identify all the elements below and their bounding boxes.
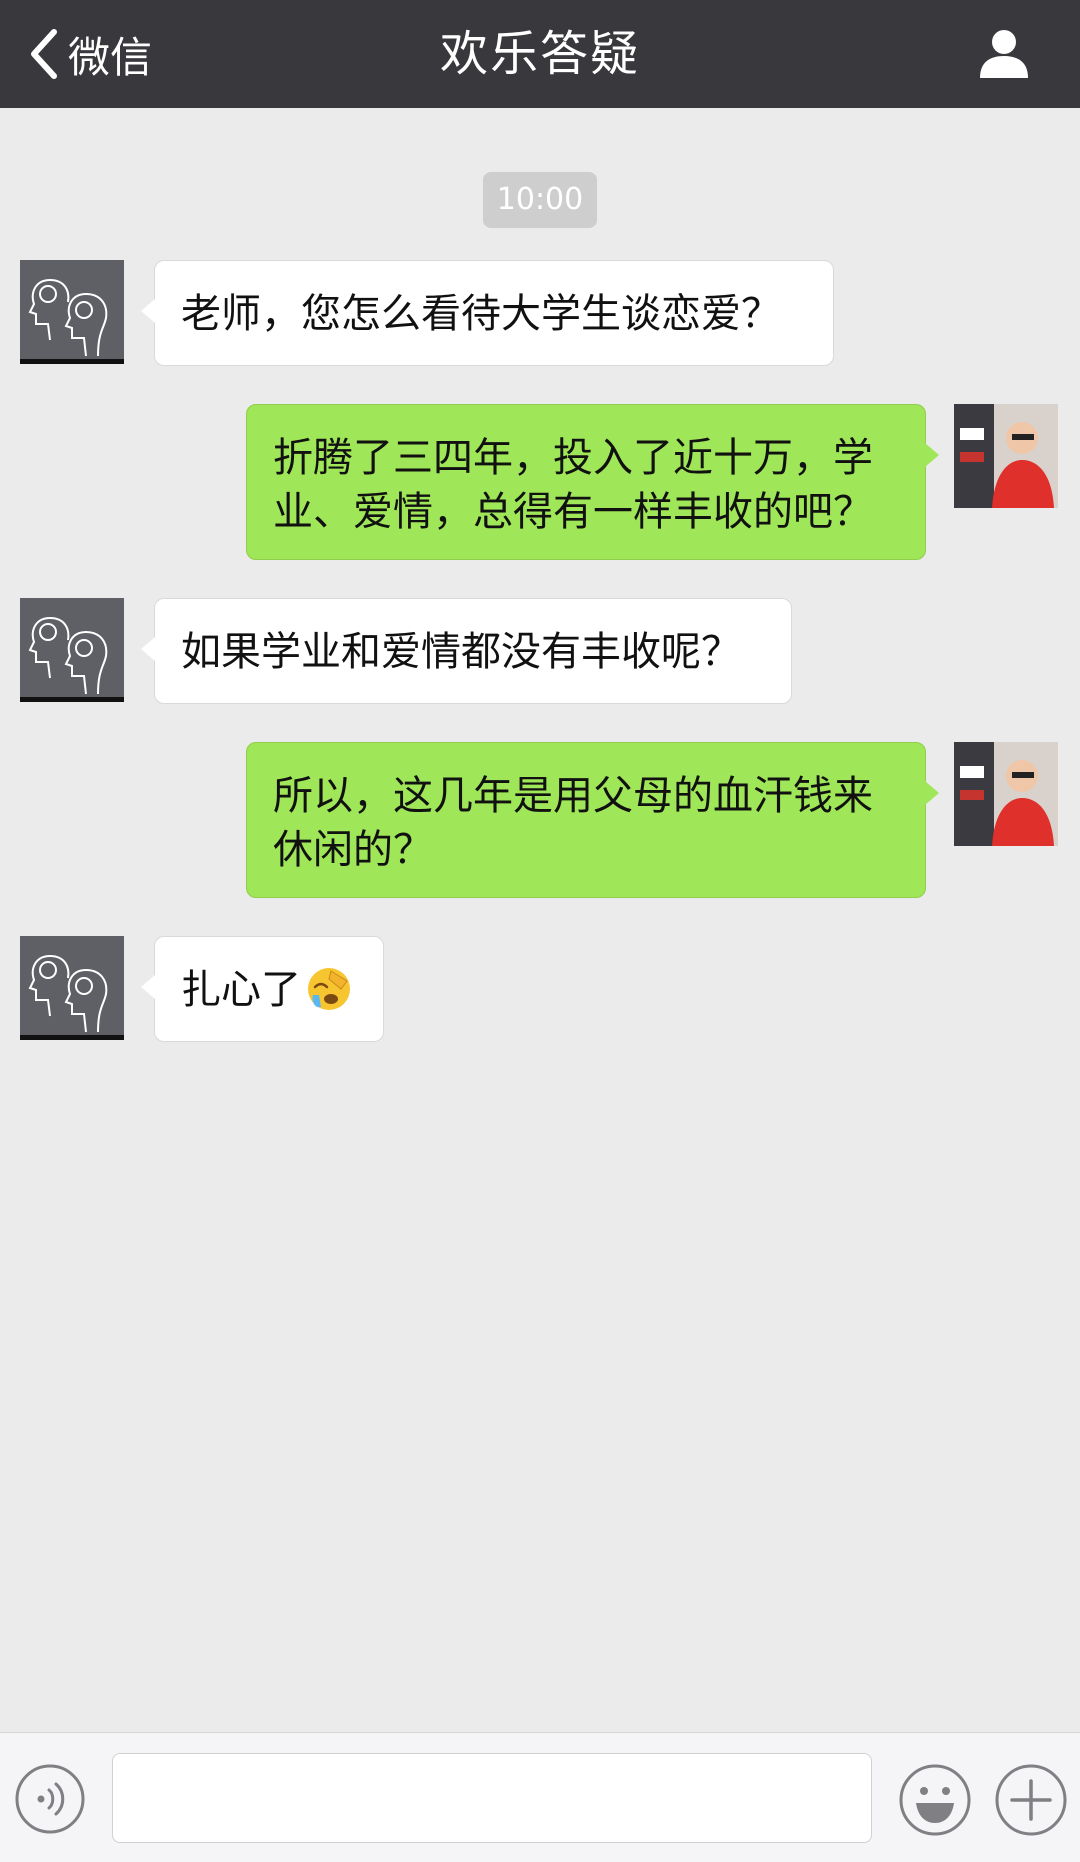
smiley-icon — [898, 1764, 972, 1841]
sent-message[interactable]: 折腾了三四年，投入了近十万，学业、爱情，总得有一样丰收的吧？ — [246, 404, 939, 560]
message-text: 所以，这几年是用父母的血汗钱来休闲的？ — [273, 773, 873, 873]
teacher-avatar[interactable] — [20, 598, 124, 702]
emoji-button[interactable] — [898, 1763, 972, 1837]
face-palm-emoji-icon — [305, 965, 353, 1013]
message-timestamp: 10:00 — [483, 172, 597, 228]
user-avatar[interactable] — [954, 404, 1058, 508]
received-message[interactable]: 老师，您怎么看待大学生谈恋爱？ — [141, 260, 834, 366]
plus-icon — [994, 1764, 1068, 1841]
chat-area[interactable]: 10:00 老师，您怎么看待大学生谈恋爱？ 折腾了三四年，投入了近十万，学业、爱… — [0, 108, 1080, 1732]
navigation-bar: 微信 欢乐答疑 — [0, 0, 1080, 108]
message-text: 折腾了三四年，投入了近十万，学业、爱情，总得有一样丰收的吧？ — [273, 435, 873, 535]
more-button[interactable] — [994, 1763, 1068, 1837]
sent-message[interactable]: 所以，这几年是用父母的血汗钱来休闲的？ — [246, 742, 939, 898]
person-icon — [976, 30, 1032, 86]
teacher-avatar[interactable] — [20, 260, 124, 364]
received-message[interactable]: 扎心了 — [141, 936, 384, 1042]
profile-button[interactable] — [976, 26, 1032, 82]
message-text: 老师，您怎么看待大学生谈恋爱？ — [181, 291, 781, 337]
received-message[interactable]: 如果学业和爱情都没有丰收呢？ — [141, 598, 792, 704]
message-text: 如果学业和爱情都没有丰收呢？ — [181, 629, 741, 675]
teacher-avatar[interactable] — [20, 936, 124, 1040]
input-bar — [0, 1732, 1080, 1862]
voice-icon — [14, 1764, 86, 1839]
chat-title: 欢乐答疑 — [439, 26, 640, 82]
message-text: 扎心了 — [181, 967, 301, 1013]
voice-button[interactable] — [14, 1763, 86, 1835]
user-avatar[interactable] — [954, 742, 1058, 846]
message-input[interactable] — [112, 1753, 872, 1843]
